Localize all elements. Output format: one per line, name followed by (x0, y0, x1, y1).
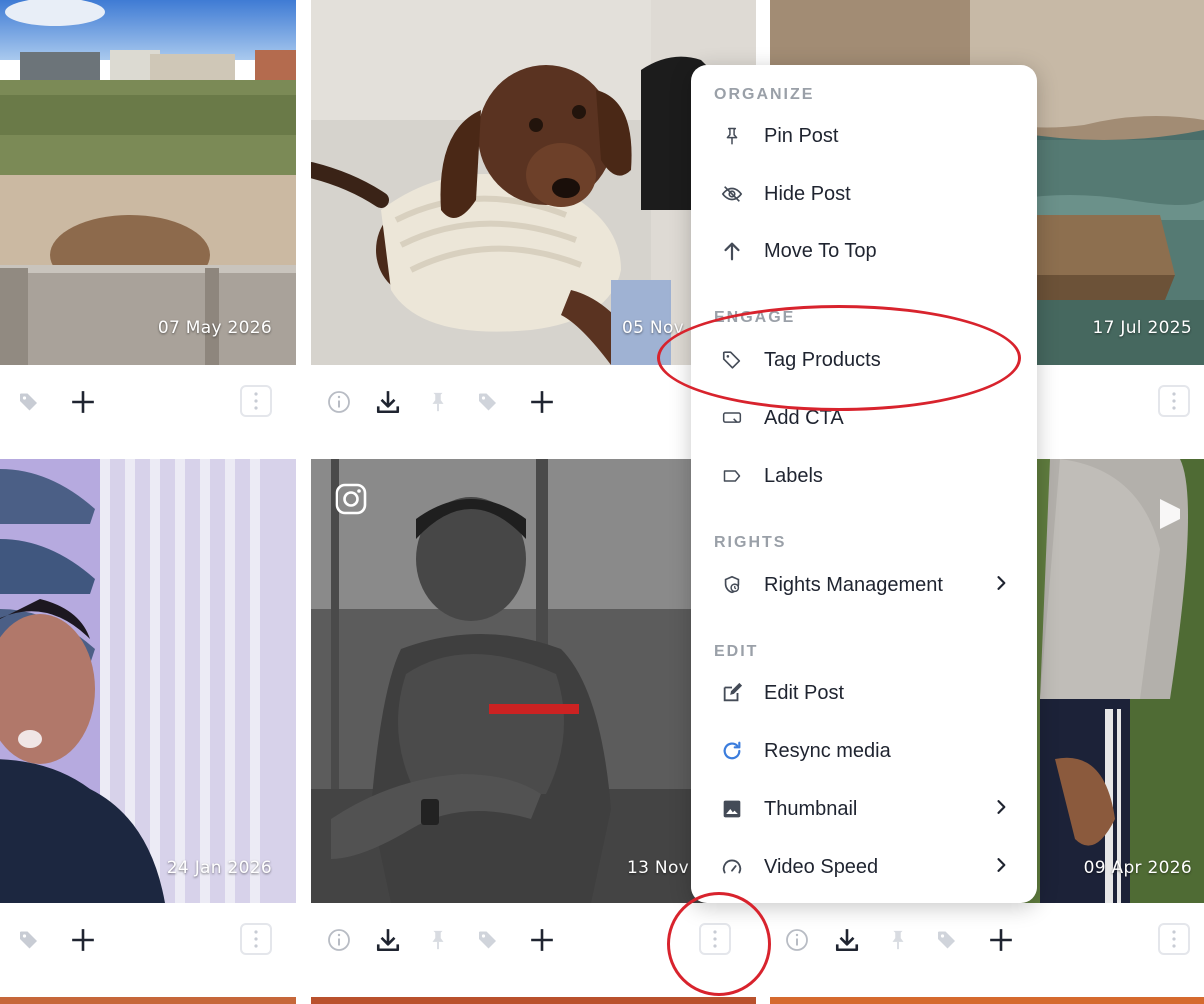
menu-item-move-to-top[interactable]: Move To Top (691, 226, 1037, 276)
menu-section-edit: EDIT (714, 643, 759, 660)
download-icon[interactable] (374, 926, 402, 954)
chevron-right-icon (991, 573, 1011, 598)
instagram-icon (335, 483, 367, 515)
arrow-up-icon (721, 240, 743, 262)
menu-item-thumbnail[interactable]: Thumbnail (691, 784, 1037, 834)
post-date: 17 Jul 2025 (1092, 318, 1192, 338)
menu-section-organize: ORGANIZE (714, 86, 815, 103)
info-icon[interactable] (325, 926, 353, 954)
post-photo-dachshund-sweater (311, 0, 756, 365)
tag-products-icon[interactable] (933, 926, 961, 954)
menu-section-rights: RIGHTS (714, 534, 787, 551)
pin-icon (721, 125, 743, 147)
add-icon[interactable] (987, 926, 1015, 954)
menu-item-labels[interactable]: Labels (691, 451, 1037, 501)
chevron-right-icon (991, 855, 1011, 880)
info-icon[interactable] (325, 388, 353, 416)
menu-item-rights-management[interactable]: Rights Management (691, 560, 1037, 610)
menu-item-resync-media[interactable]: Resync media (691, 726, 1037, 776)
post-tile-partial (311, 997, 756, 1004)
highlight-ring-tag-products (657, 305, 1021, 411)
more-options-button[interactable] (1158, 385, 1190, 417)
menu-item-video-speed[interactable]: Video Speed (691, 842, 1037, 892)
label-icon (721, 465, 743, 487)
tag-products-icon[interactable] (474, 388, 502, 416)
refresh-icon (721, 740, 743, 762)
add-icon[interactable] (69, 388, 97, 416)
cta-icon (721, 407, 743, 429)
post-context-menu: ORGANIZE Pin Post Hide Post Move To Top … (691, 65, 1037, 903)
post-photo-construction-site (0, 0, 296, 365)
pin-icon[interactable] (424, 388, 452, 416)
add-icon[interactable] (69, 926, 97, 954)
menu-item-pin-post[interactable]: Pin Post (691, 111, 1037, 161)
post-tile-5[interactable]: 13 Nov 2 (311, 459, 756, 903)
more-options-button[interactable] (1158, 923, 1190, 955)
speedometer-icon (721, 856, 743, 878)
more-options-button[interactable] (240, 385, 272, 417)
post-tile-4[interactable]: 24 Jan 2026 (0, 459, 296, 903)
image-icon (721, 798, 743, 820)
post-tile-2[interactable]: 05 Nov (311, 0, 756, 365)
tag-products-icon[interactable] (15, 388, 43, 416)
highlight-ring-more-button (667, 892, 771, 996)
more-options-button[interactable] (240, 923, 272, 955)
info-icon[interactable] (783, 926, 811, 954)
post-tile-1[interactable]: 07 May 2026 (0, 0, 296, 365)
pin-icon[interactable] (424, 926, 452, 954)
edit-icon (721, 682, 743, 704)
pin-icon[interactable] (884, 926, 912, 954)
download-icon[interactable] (833, 926, 861, 954)
menu-item-hide-post[interactable]: Hide Post (691, 169, 1037, 219)
add-icon[interactable] (528, 388, 556, 416)
tag-products-icon[interactable] (474, 926, 502, 954)
chevron-right-icon (991, 797, 1011, 822)
post-photo-athlete-bw (311, 459, 756, 903)
post-tile-partial (770, 997, 1204, 1004)
eye-off-icon (721, 183, 743, 205)
tag-products-icon[interactable] (15, 926, 43, 954)
post-tile-partial (0, 997, 296, 1004)
add-icon[interactable] (528, 926, 556, 954)
download-icon[interactable] (374, 388, 402, 416)
post-date: 07 May 2026 (157, 318, 272, 338)
menu-item-edit-post[interactable]: Edit Post (691, 668, 1037, 718)
rights-icon (721, 574, 743, 596)
post-date: 24 Jan 2026 (166, 858, 272, 878)
post-date: 09 Apr 2026 (1083, 858, 1192, 878)
post-photo-sneaker-wall-reaction (0, 459, 296, 903)
